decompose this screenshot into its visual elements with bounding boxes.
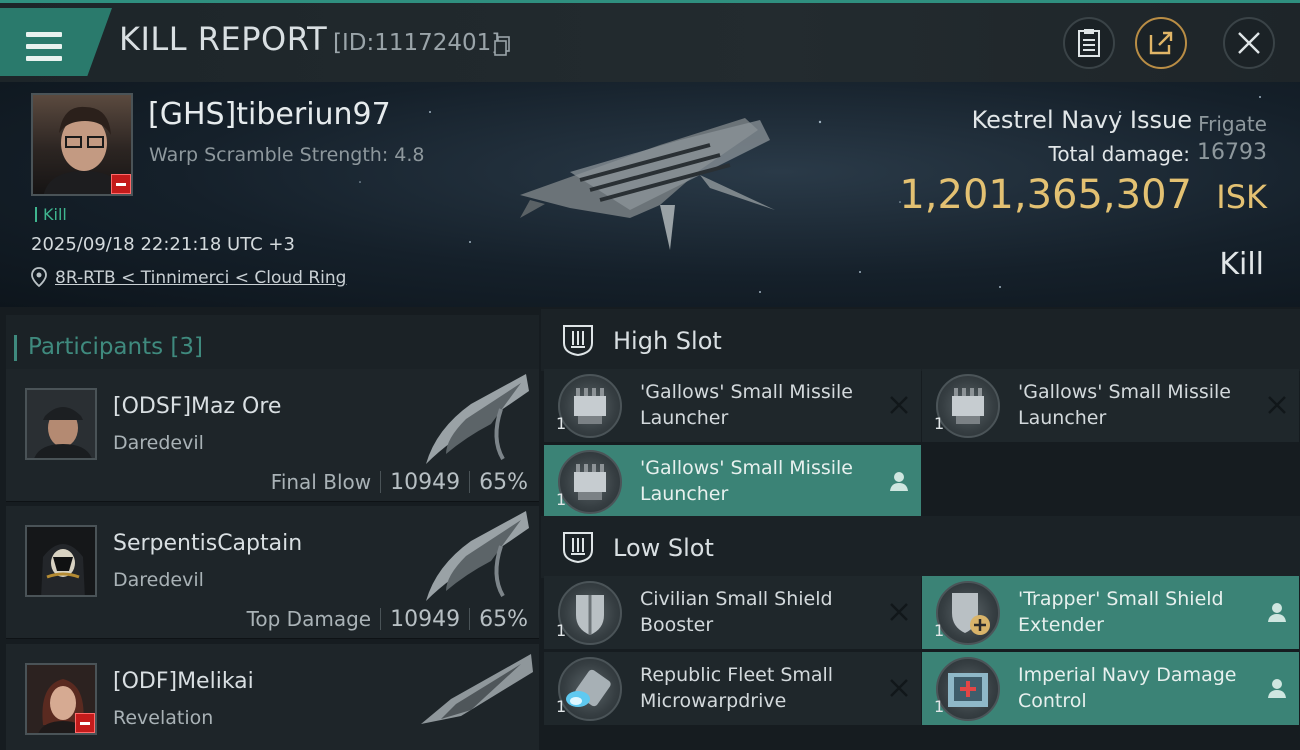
minus-badge-icon [75, 713, 95, 733]
participant-damage: 10949 [390, 607, 461, 632]
participant-percent: 65% [479, 470, 528, 495]
destroyed-x-icon [890, 603, 908, 621]
victim-name[interactable]: [GHS]tiberiun97 [148, 97, 391, 132]
menu-button[interactable] [0, 8, 112, 76]
missile-launcher-icon [558, 374, 622, 438]
clipboard-button[interactable] [1063, 17, 1115, 69]
module-quantity: 1 [556, 490, 567, 509]
shield-extender-icon [936, 581, 1000, 645]
location-pin-icon [31, 267, 47, 287]
ship-name[interactable]: Kestrel Navy Issue [972, 106, 1192, 134]
warp-scramble-strength: Warp Scramble Strength: 4.8 [149, 144, 425, 166]
participant-damage: 10949 [390, 470, 461, 495]
missile-launcher-icon [936, 374, 1000, 438]
participant-ship-image [421, 654, 533, 724]
kill-datetime: 2025/09/18 22:21:18 UTC +3 [31, 234, 295, 255]
microwarpdrive-icon [558, 657, 622, 721]
victim-ship-image [520, 118, 775, 250]
copy-icon[interactable] [494, 36, 510, 56]
module-quantity: 1 [934, 621, 945, 640]
pilot-icon [1268, 679, 1286, 698]
module-quantity: 1 [556, 414, 567, 433]
participant-card[interactable]: [ODSF]Maz Ore Daredevil Final Blow 10949 6… [6, 369, 539, 502]
participants-title: Participants [3] [14, 334, 203, 361]
participant-avatar[interactable] [25, 388, 97, 460]
low-slot-header: Low Slot [541, 516, 1300, 578]
pilot-icon [890, 472, 908, 491]
module-item[interactable]: 1 'Gallows' Small Missile Launcher [544, 369, 921, 442]
location-link[interactable]: 8R-RTB < Tinnimerci < Cloud Ring [55, 268, 346, 288]
close-button[interactable] [1223, 17, 1275, 69]
participant-stats: Final Blow 10949 65% [271, 470, 528, 495]
module-name: 'Trapper' Small Shield Extender [1018, 588, 1224, 636]
share-button[interactable] [1135, 17, 1187, 69]
pilot-icon [1268, 603, 1286, 622]
module-name: 'Gallows' Small Missile Launcher [640, 381, 853, 429]
low-slot-title: Low Slot [613, 534, 714, 562]
module-name: 'Gallows' Small Missile Launcher [1018, 381, 1231, 429]
participant-ship: Revelation [113, 707, 214, 729]
module-item[interactable]: 1 'Gallows' Small Missile Launcher [922, 369, 1299, 442]
module-item[interactable]: 1 'Trapper' Small Shield Extender [922, 576, 1299, 649]
total-damage-label: Total damage: [1048, 142, 1191, 166]
damage-control-icon [936, 657, 1000, 721]
module-quantity: 1 [934, 697, 945, 716]
isk-value: 1,201,365,307 [899, 172, 1192, 218]
module-item[interactable]: 1 'Gallows' Small Missile Launcher [544, 445, 921, 518]
participant-avatar[interactable] [25, 525, 97, 597]
shield-booster-icon [558, 581, 622, 645]
participant-card[interactable]: SerpentisCaptain Daredevil Top Damage 109… [6, 506, 539, 639]
participant-name[interactable]: SerpentisCaptain [113, 531, 302, 556]
minus-badge-icon [111, 174, 131, 194]
destroyed-x-icon [1268, 396, 1286, 414]
module-quantity: 1 [934, 414, 945, 433]
total-damage-value: 16793 [1197, 140, 1267, 165]
share-icon [1149, 31, 1173, 55]
participant-ship-image [426, 374, 529, 464]
participant-stats: Top Damage 10949 65% [247, 607, 528, 632]
participant-role: Final Blow [270, 470, 372, 494]
high-slot-title: High Slot [613, 327, 722, 355]
module-name: Imperial Navy Damage Control [1018, 664, 1237, 712]
clipboard-icon [1078, 29, 1100, 57]
top-bar: KILL REPORT [ID:11172401] [0, 0, 1300, 82]
participant-card[interactable]: [ODF]Melikai Revelation [6, 644, 539, 750]
participant-name[interactable]: [ODF]Melikai [113, 669, 254, 694]
participant-ship-image [426, 511, 529, 601]
close-icon [1238, 32, 1260, 54]
module-item[interactable]: 1 Imperial Navy Damage Control [922, 652, 1299, 725]
participant-ship: Daredevil [113, 432, 204, 454]
participant-ship: Daredevil [113, 569, 204, 591]
module-name: Civilian Small Shield Booster [640, 588, 833, 636]
destroyed-x-icon [890, 679, 908, 697]
participant-avatar[interactable] [25, 663, 97, 735]
participant-role: Top Damage [246, 607, 372, 631]
high-slot-header: High Slot [541, 309, 1300, 371]
victim-avatar[interactable] [31, 93, 133, 196]
module-name: 'Gallows' Small Missile Launcher [640, 457, 853, 505]
module-name: Republic Fleet Small Microwarpdrive [640, 664, 834, 712]
module-quantity: 1 [556, 697, 567, 716]
module-item[interactable]: 1 Republic Fleet Small Microwarpdrive [544, 652, 921, 725]
fitting-panel: High Slot 1 'Gallows' Small Missile Laun… [541, 307, 1300, 750]
participant-name[interactable]: [ODSF]Maz Ore [113, 394, 281, 419]
kill-tag: Kill [35, 205, 67, 224]
isk-unit: ISK [1216, 178, 1267, 216]
kill-result: Kill [1219, 247, 1264, 282]
ship-class: Frigate [1198, 112, 1267, 136]
participant-percent: 65% [479, 607, 528, 632]
kill-summary: [GHS]tiberiun97 Warp Scramble Strength: … [0, 82, 1300, 307]
module-quantity: 1 [556, 621, 567, 640]
slot-icon [563, 532, 593, 564]
menu-icon [26, 32, 62, 62]
page-title: KILL REPORT [119, 20, 328, 58]
participants-panel: Participants [3] [ODSF]Maz Ore Daredevil… [0, 307, 541, 750]
slot-icon [563, 325, 593, 357]
destroyed-x-icon [890, 396, 908, 414]
report-id: [ID:11172401] [333, 30, 501, 56]
module-item[interactable]: 1 Civilian Small Shield Booster [544, 576, 921, 649]
missile-launcher-icon [558, 450, 622, 514]
participants-header: Participants [3] [6, 315, 539, 373]
